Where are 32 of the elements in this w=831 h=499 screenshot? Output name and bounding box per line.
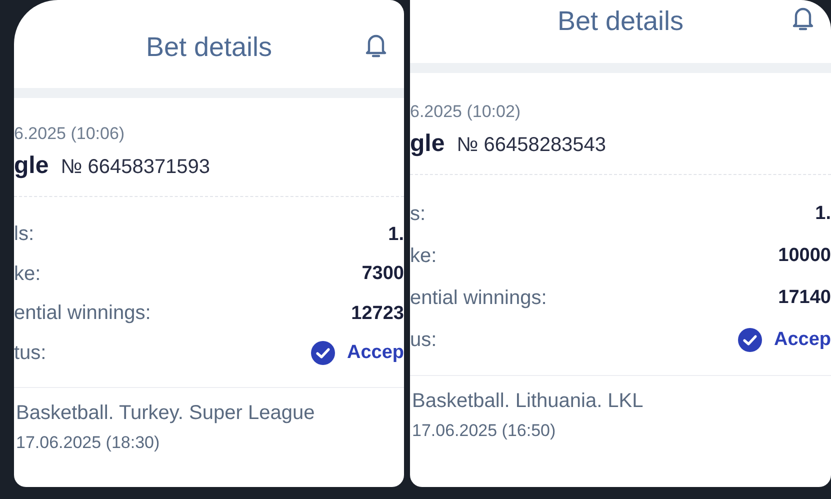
detail-value: 17140 xyxy=(778,287,831,309)
detail-label: ls: xyxy=(14,223,34,246)
bet-number: № 66458283543 xyxy=(456,134,606,157)
detail-label: ential winnings: xyxy=(14,302,151,326)
detail-label: us: xyxy=(410,328,437,352)
detail-label: ke: xyxy=(410,244,437,268)
league-name: Basketball. Lithuania. LKL xyxy=(411,390,644,413)
detail-label: ke: xyxy=(14,262,41,286)
notification-bell-icon[interactable] xyxy=(791,5,815,31)
check-circle-icon xyxy=(310,341,335,366)
bet-datetime: 6.2025 (10:06) xyxy=(14,124,126,144)
bet-datetime: 6.2025 (10:02) xyxy=(410,102,522,122)
bet-type: gle xyxy=(14,152,49,180)
league-name: Basketball. Turkey. Super League xyxy=(15,402,316,425)
detail-label: s: xyxy=(410,202,426,226)
page-title: Bet details xyxy=(146,32,272,62)
status-value: Accep xyxy=(346,342,404,364)
notification-bell-icon[interactable] xyxy=(364,32,388,58)
detail-label: ential winnings: xyxy=(410,286,547,310)
detail-value: 10000 xyxy=(778,245,831,267)
page-title: Bet details xyxy=(557,6,684,37)
detail-value: 7300 xyxy=(362,263,404,286)
match-date: 17.06.2025 (16:50) xyxy=(411,421,557,441)
detail-value: 1. xyxy=(388,224,404,246)
detail-label: tus: xyxy=(14,342,46,365)
bet-number: № 66458371593 xyxy=(60,156,210,179)
status-value: Accep xyxy=(774,329,831,351)
detail-value: 1. xyxy=(815,203,831,225)
detail-value: 12723 xyxy=(351,302,404,325)
check-circle-icon xyxy=(738,328,762,352)
bet-type: gle xyxy=(410,130,445,158)
match-date: 17.06.2025 (18:30) xyxy=(15,433,161,453)
